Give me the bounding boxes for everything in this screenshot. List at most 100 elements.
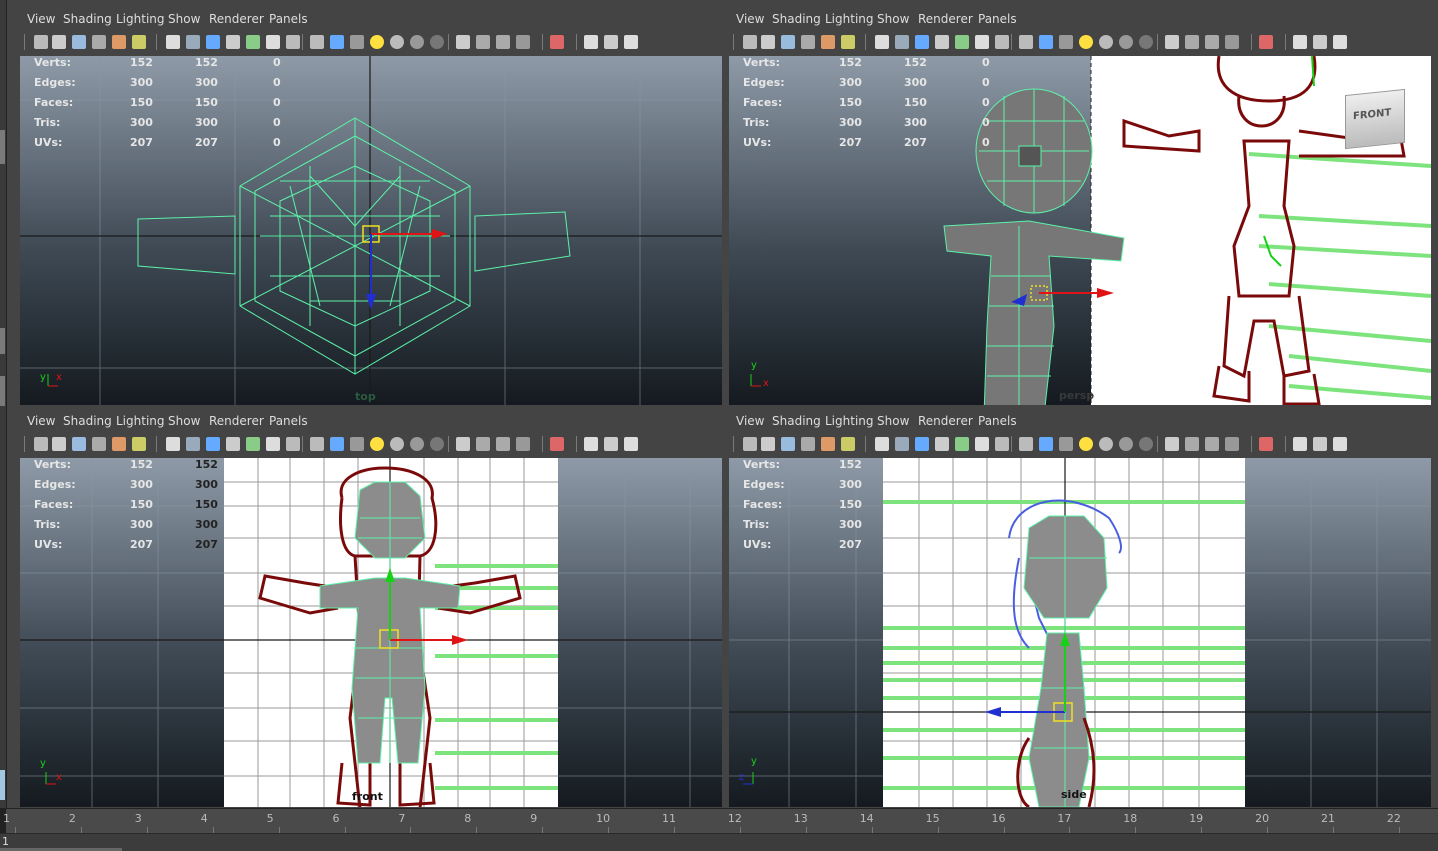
menu-shading[interactable]: Shading [63, 12, 112, 26]
viewport-canvas[interactable]: Verts: Edges: Faces: Tris: UVs: 152 300 … [729, 56, 1431, 405]
camera-lock-icon[interactable] [761, 437, 775, 451]
camera-attr-icon[interactable] [1225, 437, 1239, 451]
grease-pencil-icon[interactable] [821, 35, 835, 49]
grid-icon[interactable] [330, 35, 344, 49]
isolate-icon[interactable] [1019, 35, 1033, 49]
film-gate-icon[interactable] [1059, 35, 1073, 49]
camera-select-icon[interactable] [410, 437, 424, 451]
smooth-shade-icon[interactable] [895, 437, 909, 451]
camera-attr-icon[interactable] [841, 437, 855, 451]
camera-lock-icon[interactable] [430, 35, 444, 49]
smooth-shade-icon[interactable] [584, 437, 598, 451]
wireframe-icon[interactable] [550, 437, 564, 451]
textured-icon[interactable] [955, 437, 969, 451]
light-icon[interactable] [286, 437, 300, 451]
viewport-persp[interactable]: View Shading Lighting Show Renderer Pane… [729, 8, 1431, 405]
light-icon[interactable] [995, 437, 1009, 451]
camera-attr-icon[interactable] [132, 437, 146, 451]
xray-icon[interactable] [975, 35, 989, 49]
wireframe-icon[interactable] [1259, 35, 1273, 49]
menu-panels[interactable]: Panels [269, 12, 308, 26]
time-slider[interactable]: 1 1 2 3 4 5 6 7 8 9 10 11 12 13 14 15 16 17 18 19 20 21 22 [0, 808, 1438, 851]
bounding-box-icon[interactable] [226, 35, 240, 49]
resolution-gate-icon[interactable] [1079, 437, 1093, 451]
image-plane-icon[interactable] [92, 437, 106, 451]
bounding-box-icon[interactable] [624, 35, 638, 49]
strip-marker[interactable] [0, 376, 5, 406]
resolution-gate-icon[interactable] [370, 35, 384, 49]
smooth-shade-icon[interactable] [895, 35, 909, 49]
film-gate-icon[interactable] [350, 35, 364, 49]
grease-pencil-icon[interactable] [496, 35, 510, 49]
view-cube[interactable]: FRONT [1345, 88, 1405, 150]
strip-marker[interactable] [0, 328, 5, 354]
menu-renderer[interactable]: Renderer [209, 12, 264, 26]
bookmarks-icon[interactable] [781, 35, 795, 49]
menu-panels[interactable]: Panels [978, 12, 1017, 26]
camera-attr-icon[interactable] [1225, 35, 1239, 49]
camera-select-icon[interactable] [34, 437, 48, 451]
strip-marker[interactable] [0, 130, 5, 164]
image-plane-icon[interactable] [1185, 35, 1199, 49]
gate-mask-icon[interactable] [390, 35, 404, 49]
bounding-box-icon[interactable] [1333, 437, 1347, 451]
default-material-icon[interactable] [604, 437, 618, 451]
menu-shading[interactable]: Shading [772, 414, 821, 428]
camera-lock-icon[interactable] [52, 35, 66, 49]
bounding-box-icon[interactable] [624, 437, 638, 451]
time-ruler[interactable] [0, 809, 1438, 834]
isolate-icon[interactable] [1019, 437, 1033, 451]
camera-attr-icon[interactable] [516, 35, 530, 49]
menu-lighting[interactable]: Lighting [116, 12, 165, 26]
resolution-gate-icon[interactable] [370, 437, 384, 451]
default-material-icon[interactable] [915, 437, 929, 451]
default-material-icon[interactable] [1313, 35, 1327, 49]
menu-renderer[interactable]: Renderer [918, 414, 973, 428]
wireframe-icon[interactable] [875, 437, 889, 451]
menu-view[interactable]: View [27, 414, 55, 428]
textured-icon[interactable] [955, 35, 969, 49]
gate-mask-icon[interactable] [1099, 35, 1113, 49]
camera-select-icon[interactable] [1119, 437, 1133, 451]
strip-marker[interactable] [0, 770, 5, 800]
menu-panels[interactable]: Panels [978, 414, 1017, 428]
smooth-shade-icon[interactable] [186, 35, 200, 49]
smooth-shade-icon[interactable] [584, 35, 598, 49]
camera-attr-icon[interactable] [132, 35, 146, 49]
wireframe-icon[interactable] [550, 35, 564, 49]
camera-lock-icon[interactable] [430, 437, 444, 451]
resolution-gate-icon[interactable] [1079, 35, 1093, 49]
image-plane-icon[interactable] [1185, 437, 1199, 451]
grid-icon[interactable] [330, 437, 344, 451]
camera-lock-icon[interactable] [1139, 437, 1153, 451]
smooth-shade-icon[interactable] [1293, 35, 1307, 49]
bounding-box-icon[interactable] [1333, 35, 1347, 49]
bounding-box-icon[interactable] [935, 35, 949, 49]
gate-mask-icon[interactable] [1099, 437, 1113, 451]
bounding-box-icon[interactable] [935, 437, 949, 451]
menu-show[interactable]: Show [877, 12, 909, 26]
xray-icon[interactable] [975, 437, 989, 451]
grid-icon[interactable] [1039, 437, 1053, 451]
viewport-canvas[interactable]: Verts: Edges: Faces: Tris: UVs: 152 300 … [729, 458, 1431, 807]
camera-lock-icon[interactable] [761, 35, 775, 49]
image-plane-icon[interactable] [801, 437, 815, 451]
default-material-icon[interactable] [206, 437, 220, 451]
light-icon[interactable] [286, 35, 300, 49]
bookmarks-icon[interactable] [456, 437, 470, 451]
viewport-canvas[interactable]: Verts: Edges: Faces: Tris: UVs: 152 300 … [20, 458, 722, 807]
image-plane-icon[interactable] [476, 437, 490, 451]
smooth-shade-icon[interactable] [186, 437, 200, 451]
bookmarks-icon[interactable] [1165, 437, 1179, 451]
image-plane-icon[interactable] [801, 35, 815, 49]
camera-select-icon[interactable] [743, 437, 757, 451]
grid-icon[interactable] [1039, 35, 1053, 49]
menu-renderer[interactable]: Renderer [918, 12, 973, 26]
image-plane-icon[interactable] [92, 35, 106, 49]
bookmarks-icon[interactable] [1165, 35, 1179, 49]
camera-select-icon[interactable] [34, 35, 48, 49]
viewport-front[interactable]: View Shading Lighting Show Renderer Pane… [20, 410, 722, 807]
image-plane-icon[interactable] [476, 35, 490, 49]
viewport-side[interactable]: View Shading Lighting Show Renderer Pane… [729, 410, 1431, 807]
textured-icon[interactable] [246, 35, 260, 49]
